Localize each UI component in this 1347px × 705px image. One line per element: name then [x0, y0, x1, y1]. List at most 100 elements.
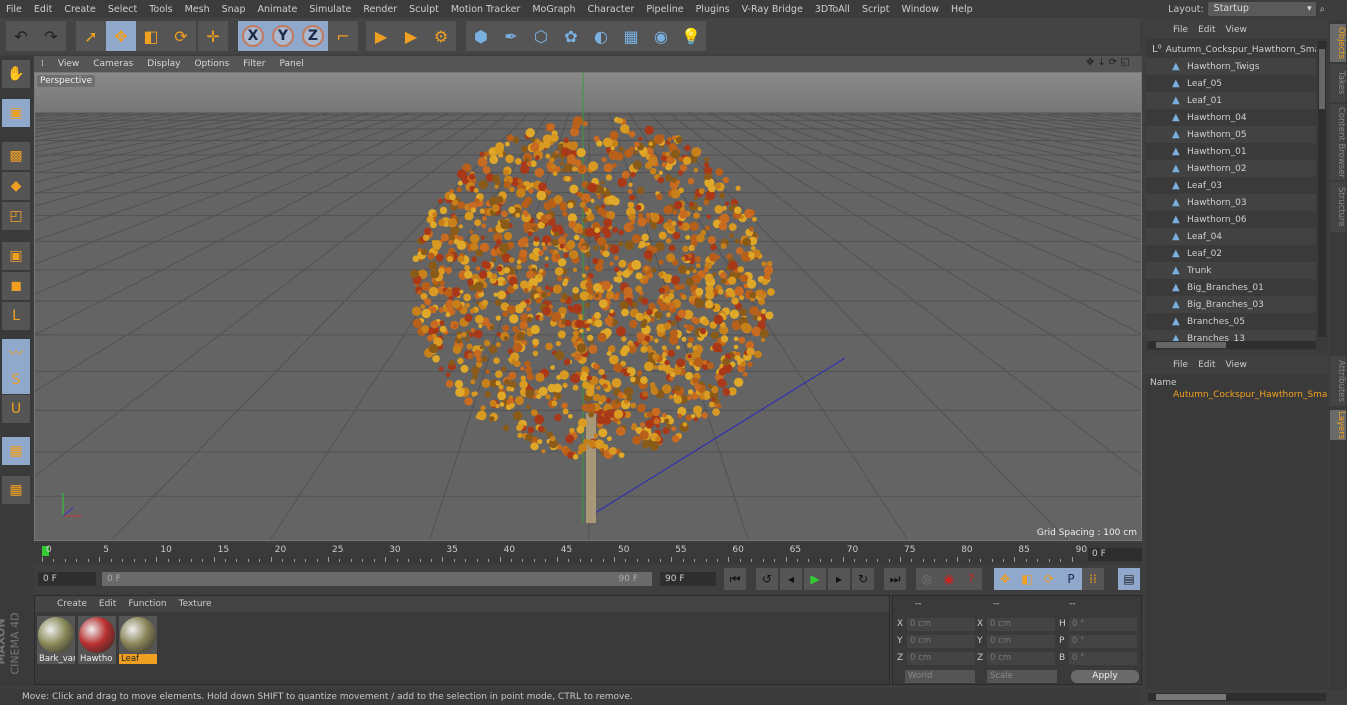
material-menu-texture[interactable]: Texture: [173, 599, 218, 609]
subdivision-icon[interactable]: ⬡: [526, 21, 556, 51]
object-row[interactable]: ▲ Big_Branches_01: [1146, 279, 1316, 296]
material-menu-create[interactable]: Create: [51, 599, 93, 609]
undo-icon[interactable]: ↶: [6, 21, 36, 51]
live-selection-icon[interactable]: ➚: [76, 21, 106, 51]
goto-end-icon[interactable]: ⏭: [884, 568, 906, 590]
menu-mograph[interactable]: MoGraph: [526, 4, 581, 15]
material-swatch[interactable]: Hawtho: [78, 616, 116, 664]
object-row[interactable]: ▲ Hawthorn_03: [1146, 194, 1316, 211]
menu-mesh[interactable]: Mesh: [179, 4, 216, 15]
layer-menu-edit[interactable]: Edit: [1193, 360, 1220, 370]
coord-field[interactable]: 0 °: [1069, 652, 1137, 665]
layer-menu-file[interactable]: File: [1168, 360, 1193, 370]
object-row[interactable]: ▲ Branches_05: [1146, 313, 1316, 330]
object-row[interactable]: ▲ Leaf_05: [1146, 75, 1316, 92]
search-icon[interactable]: ⌕: [1320, 4, 1325, 15]
object-row[interactable]: ▲ Leaf_03: [1146, 177, 1316, 194]
layer-scrollbar-h[interactable]: [1148, 693, 1326, 701]
tab-takes[interactable]: Takes: [1330, 64, 1346, 102]
coordinate-system-icon[interactable]: ⌐: [328, 21, 358, 51]
object-row[interactable]: ▲ Big_Branches_03: [1146, 296, 1316, 313]
next-frame-icon[interactable]: ▸: [828, 568, 850, 590]
coord-field[interactable]: 0 °: [1069, 618, 1137, 631]
menu-plugins[interactable]: Plugins: [690, 4, 736, 15]
menu-edit[interactable]: Edit: [28, 4, 58, 15]
autokey-icon[interactable]: ◉: [938, 568, 960, 590]
menu-script[interactable]: Script: [856, 4, 896, 15]
menu-create[interactable]: Create: [58, 4, 102, 15]
pen-icon[interactable]: ✒: [496, 21, 526, 51]
keyframe-selection-icon[interactable]: ?: [960, 568, 982, 590]
menu-select[interactable]: Select: [102, 4, 143, 15]
menu-simulate[interactable]: Simulate: [303, 4, 357, 15]
cloner-icon[interactable]: ✿: [556, 21, 586, 51]
coord-field[interactable]: 0 cm: [907, 652, 975, 665]
key-pla-icon[interactable]: ⁞⁞: [1082, 568, 1104, 590]
redo-icon[interactable]: ↷: [36, 21, 66, 51]
prev-frame-icon[interactable]: ◂: [780, 568, 802, 590]
camera-icon[interactable]: ◉: [646, 21, 676, 51]
viewport-menu-cameras[interactable]: Cameras: [86, 59, 140, 69]
scale-icon[interactable]: ◧: [136, 21, 166, 51]
floor-icon[interactable]: ▦: [616, 21, 646, 51]
key-scale-icon[interactable]: ◧: [1016, 568, 1038, 590]
timeline-window-icon[interactable]: ▤: [1118, 568, 1140, 590]
model-mode-icon[interactable]: ▣: [2, 99, 30, 127]
menu-snap[interactable]: Snap: [216, 4, 252, 15]
texture-mode-icon[interactable]: ▩: [2, 142, 30, 170]
object-row[interactable]: ▲ Hawthorn_05: [1146, 126, 1316, 143]
viewport-nav-icons[interactable]: ✥↓⟳◱: [1086, 57, 1133, 68]
object-menu-edit[interactable]: Edit: [1193, 25, 1220, 35]
object-row[interactable]: ▲ Leaf_01: [1146, 92, 1316, 109]
tab-content-browser[interactable]: Content Browser: [1330, 104, 1346, 180]
material-swatch[interactable]: Leaf: [119, 616, 157, 664]
render-settings-icon[interactable]: ⚙: [426, 21, 456, 51]
object-row[interactable]: ▲ Trunk: [1146, 262, 1316, 279]
tab-objects[interactable]: Objects: [1330, 24, 1346, 62]
menu-v-ray-bridge[interactable]: V-Ray Bridge: [736, 4, 809, 15]
prev-key-icon[interactable]: ↺: [756, 568, 778, 590]
render-picture-viewer-icon[interactable]: ▶: [396, 21, 426, 51]
coordinate-mode-dropdown[interactable]: World: [905, 670, 975, 683]
menu-animate[interactable]: Animate: [252, 4, 304, 15]
layer-row[interactable]: Autumn_Cockspur_Hawthorn_Small: [1146, 388, 1328, 402]
camera-label[interactable]: Perspective: [37, 75, 96, 87]
coord-field[interactable]: 0 cm: [987, 635, 1055, 648]
object-row[interactable]: ▲ Hawthorn_Twigs: [1146, 58, 1316, 75]
goto-start-icon[interactable]: ⏮: [724, 568, 746, 590]
sculpt-brush-icon[interactable]: ✋: [2, 60, 30, 88]
object-row[interactable]: ▲ Hawthorn_02: [1146, 160, 1316, 177]
tab-attributes[interactable]: Attributes: [1330, 356, 1346, 406]
tab-structure[interactable]: Structure: [1330, 182, 1346, 232]
menu-motion-tracker[interactable]: Motion Tracker: [445, 4, 527, 15]
rotate-icon[interactable]: ⟳: [166, 21, 196, 51]
menu-pipeline[interactable]: Pipeline: [640, 4, 689, 15]
points-mode-icon[interactable]: ◰: [2, 202, 30, 230]
current-frame-field[interactable]: 0 F: [1088, 548, 1142, 561]
viewport-menu-display[interactable]: Display: [140, 59, 187, 69]
record-icon[interactable]: ◎: [916, 568, 938, 590]
object-list[interactable]: L⁰ Autumn_Cockspur_Hawthorn_Small ▲ Hawthor…: [1146, 41, 1316, 341]
object-scrollbar-h[interactable]: [1148, 341, 1316, 349]
menu-help[interactable]: Help: [945, 4, 979, 15]
tweak-mode-icon[interactable]: 〰: [2, 339, 30, 367]
layer-menu-view[interactable]: View: [1221, 360, 1252, 370]
object-row-root[interactable]: L⁰ Autumn_Cockspur_Hawthorn_Small: [1146, 41, 1316, 58]
material-menu-edit[interactable]: Edit: [93, 599, 122, 609]
menu-window[interactable]: Window: [896, 4, 945, 15]
frame-range-slider[interactable]: 0 F 90 F: [102, 572, 652, 586]
key-position-icon[interactable]: ✥: [994, 568, 1016, 590]
light-icon[interactable]: 💡: [676, 21, 706, 51]
polygons-mode-icon[interactable]: ◼: [2, 272, 30, 300]
material-menu-function[interactable]: Function: [122, 599, 172, 609]
coord-field[interactable]: 0 cm: [907, 635, 975, 648]
solo-mode-icon[interactable]: S: [2, 366, 30, 394]
z-axis-icon[interactable]: Z: [298, 21, 328, 51]
viewport-menu-options[interactable]: Options: [187, 59, 236, 69]
timeline[interactable]: 0 5 10 15 20 25 30 35 40 45 50 55 60 65 70 75 80 85 90: [34, 543, 1142, 565]
object-row[interactable]: ▲ Branches_13: [1146, 330, 1316, 341]
apply-button[interactable]: Apply: [1071, 670, 1139, 683]
transform-icon[interactable]: ✛: [198, 21, 228, 51]
viewport-menu-filter[interactable]: Filter: [236, 59, 272, 69]
menu-sculpt[interactable]: Sculpt: [403, 4, 445, 15]
